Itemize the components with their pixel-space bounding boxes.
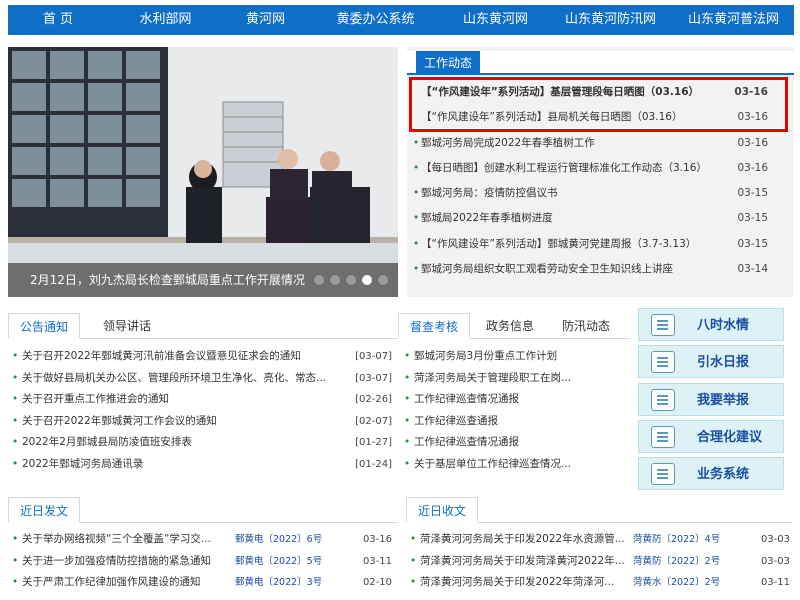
tab-supervise[interactable]: 督查考核 — [398, 313, 470, 339]
recent-recv-header: 近日收文 — [406, 497, 792, 523]
work-news-list: 【“作风建设年”系列活动】基层管理段每日晒图（03.16） 03-16 【“作风建… — [407, 80, 794, 282]
nav-flood-control[interactable]: 山东黄河防汛网 — [548, 5, 673, 35]
recent-sent-list: • 关于举办网络视频“三个全覆盖”学习交... 鄄黄电〔2022〕6号 03-16 •… — [10, 529, 392, 594]
hero-caption[interactable]: 2月12日，刘九杰局长检查鄄城局重点工作开展情况 — [8, 263, 398, 297]
top-nav: 首 页 水利部网 黄河网 黄委办公系统 山东黄河网 山东黄河防汛网 山东黄河普法… — [0, 0, 800, 42]
edit-icon — [651, 426, 675, 448]
notice-list: • 关于召开2022年鄄城黄河汛前准备会议暨意见征求会的通知 [03-07] • 关于… — [10, 346, 392, 475]
grid-icon — [651, 463, 675, 485]
list-item[interactable]: • 鄄城河务局组织女职工观看劳动安全卫生知识线上讲座 03-14 — [407, 257, 794, 282]
btn-report-issue[interactable]: 我要举报 — [638, 383, 784, 416]
list-item[interactable]: • 菏泽黄河河务局关于印发菏泽黄河2022年... 菏黄防〔2022〕2号 03-03 — [408, 551, 790, 573]
list-item[interactable]: 【“作风建设年”系列活动】县局机关每日晒图（03.16） 03-16 — [407, 105, 794, 130]
nav-bar: 首 页 水利部网 黄河网 黄委办公系统 山东黄河网 山东黄河防汛网 山东黄河普法… — [8, 5, 794, 35]
recent-sent-header: 近日发文 — [8, 497, 398, 523]
nav-mwr[interactable]: 水利部网 — [108, 5, 223, 35]
nav-office-system[interactable]: 黄委办公系统 — [308, 5, 443, 35]
list-item[interactable]: • 【每日晒图】创建水利工程运行管理标准化工作动态（3.16） 03-16 — [407, 156, 794, 181]
hero-caption-text: 2月12日，刘九杰局长检查鄄城局重点工作开展情况 — [30, 273, 305, 287]
list-item[interactable]: • 关于举办网络视频“三个全覆盖”学习交... 鄄黄电〔2022〕6号 03-16 — [10, 529, 392, 551]
list-item[interactable]: • 【“作风建设年”系列活动】鄄城黄河党建周报（3.7-3.13） 03-15 — [407, 232, 794, 257]
list-item[interactable]: • 关于基层单位工作纪律巡查情况... — [402, 454, 628, 476]
list-item[interactable]: • 菏泽黄河河务局关于印发2022年菏泽河... 菏黄水〔2022〕2号 03-11 — [408, 572, 790, 594]
tab-notice[interactable]: 公告通知 — [8, 313, 80, 339]
slide-dot-active[interactable] — [362, 275, 372, 285]
recent-recv-list: • 菏泽黄河河务局关于印发2022年水资源管... 菏黄防〔2022〕4号 03-03… — [408, 529, 790, 594]
notice-header: 公告通知 领导讲话 — [8, 313, 398, 339]
list-item[interactable]: • 工作纪律巡查情况通报 — [402, 432, 628, 454]
list-item[interactable]: • 鄄城局2022年春季植树进度 03-15 — [407, 206, 794, 231]
slide-dot[interactable] — [314, 275, 324, 285]
list-item[interactable]: • 关于进一步加强疫情防控措施的紧急通知 鄄黄电〔2022〕5号 03-11 — [10, 551, 392, 573]
work-news-panel: 工作动态 【“作风建设年”系列活动】基层管理段每日晒图（03.16） 03-16 … — [407, 47, 794, 297]
slide-dot[interactable] — [346, 275, 356, 285]
hero-slideshow[interactable] — [8, 47, 398, 297]
list-item[interactable]: 【“作风建设年”系列活动】基层管理段每日晒图（03.16） 03-16 — [407, 80, 794, 105]
document-icon — [651, 389, 675, 411]
supervise-header: 督查考核 政务信息 防汛动态 — [398, 313, 630, 339]
list-item[interactable]: • 关于召开重点工作推进会的通知 [02-26] — [10, 389, 392, 411]
nav-shandong-yr[interactable]: 山东黄河网 — [443, 5, 548, 35]
btn-diversion-report[interactable]: 引水日报 — [638, 345, 784, 378]
supervise-list: • 鄄城河务局3月份重点工作计划 • 菏泽河务局关于管理段职工在岗... • 工作纪律… — [402, 346, 628, 475]
document-icon — [651, 351, 675, 373]
btn-business-system[interactable]: 业务系统 — [638, 457, 784, 490]
slide-dot[interactable] — [330, 275, 340, 285]
list-item[interactable]: • 工作纪律巡查情况通报 — [402, 389, 628, 411]
tab-recent-sent[interactable]: 近日发文 — [8, 497, 80, 523]
list-item[interactable]: • 2022年2月鄄城县局防凌值班安排表 [01-27] — [10, 432, 392, 454]
hero-photo — [8, 47, 398, 243]
slide-dot[interactable] — [378, 275, 388, 285]
document-icon — [651, 314, 675, 336]
list-item[interactable]: • 关于严肃工作纪律加强作风建设的通知 鄄黄电〔2022〕3号 02-10 — [10, 572, 392, 594]
list-item[interactable]: • 菏泽河务局关于管理段职工在岗... — [402, 368, 628, 390]
list-item[interactable]: • 关于做好县局机关办公区、管理段所环境卫生净化、亮化、常态... [03-07] — [10, 368, 392, 390]
list-item[interactable]: • 2022年鄄城河务局通讯录 [01-24] — [10, 454, 392, 476]
tab-gov-info[interactable]: 政务信息 — [474, 313, 546, 339]
nav-home[interactable]: 首 页 — [8, 5, 108, 35]
slide-dots — [314, 275, 388, 285]
btn-suggestion[interactable]: 合理化建议 — [638, 420, 784, 453]
tab-flood-news[interactable]: 防汛动态 — [550, 313, 622, 339]
list-item[interactable]: • 菏泽黄河河务局关于印发2022年水资源管... 菏黄防〔2022〕4号 03-03 — [408, 529, 790, 551]
work-tabbar: 工作动态 — [407, 51, 794, 75]
list-item[interactable]: • 鄄城河务局：疫情防控倡议书 03-15 — [407, 181, 794, 206]
list-item[interactable]: • 关于召开2022年鄄城黄河汛前准备会议暨意见征求会的通知 [03-07] — [10, 346, 392, 368]
btn-water-report[interactable]: 八时水情 — [638, 308, 784, 341]
tab-work-news[interactable]: 工作动态 — [416, 51, 480, 75]
tab-leader-speech[interactable]: 领导讲话 — [88, 313, 166, 339]
list-item[interactable]: • 工作纪律巡查通报 — [402, 411, 628, 433]
nav-yrcc[interactable]: 黄河网 — [223, 5, 308, 35]
nav-law[interactable]: 山东黄河普法网 — [673, 5, 794, 35]
list-item[interactable]: • 鄄城河务局完成2022年春季植树工作 03-16 — [407, 131, 794, 156]
list-item[interactable]: • 鄄城河务局3月份重点工作计划 — [402, 346, 628, 368]
tab-recent-recv[interactable]: 近日收文 — [406, 497, 478, 523]
list-item[interactable]: • 关于召开2022年鄄城黄河工作会议的通知 [02-07] — [10, 411, 392, 433]
